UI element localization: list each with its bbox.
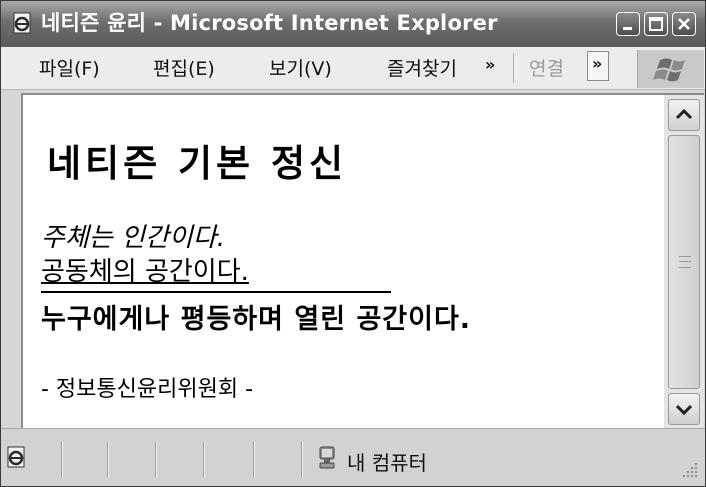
page-content: 네티즌 기본 정신 주체는 인간이다. 공동체의 공간이다. 누구에게나 평등하… [21, 93, 664, 428]
resize-grip-icon[interactable] [677, 457, 701, 481]
signature: - 정보통신윤리위원회 - [41, 377, 254, 402]
menu-overflow-chevron[interactable]: » [485, 55, 495, 74]
close-button[interactable] [672, 12, 696, 36]
status-pane-divider [155, 441, 156, 477]
links-overflow-chevron: » [592, 54, 603, 73]
principle-line-3: 누구에게나 평등하며 열린 공간이다. [41, 304, 472, 335]
thumb-grip [679, 256, 691, 268]
status-pane-divider [61, 441, 62, 477]
scroll-up-button[interactable] [668, 99, 700, 131]
minimize-button[interactable] [616, 12, 640, 36]
status-pane-divider [253, 441, 254, 477]
status-bar: 내 컴퓨터 [1, 428, 705, 486]
menu-edit[interactable]: 편집(E) [153, 57, 215, 81]
chevron-down-icon [675, 404, 693, 416]
close-icon [678, 18, 690, 30]
computer-icon [319, 446, 335, 469]
ie-page-icon [7, 446, 25, 468]
maximize-icon [649, 17, 663, 31]
menu-file[interactable]: 파일(F) [39, 57, 100, 81]
maximize-button[interactable] [644, 12, 668, 36]
menu-favorites[interactable]: 즐겨찾기 [387, 57, 473, 81]
links-label[interactable]: 연결 [529, 57, 564, 81]
windows-flag-icon [653, 58, 685, 82]
scroll-down-button[interactable] [668, 393, 700, 425]
title-bar[interactable]: 네티즌 윤리 - Microsoft Internet Explorer [1, 1, 705, 47]
browser-window: 네티즌 윤리 - Microsoft Internet Explorer 파일(… [0, 0, 706, 487]
status-pane-divider [203, 441, 204, 477]
status-pane-divider [107, 441, 108, 477]
status-pane-divider [301, 441, 302, 477]
vertical-scrollbar[interactable] [664, 93, 704, 428]
menu-view[interactable]: 보기(V) [269, 57, 332, 81]
principle-line-1: 주체는 인간이다. [41, 223, 225, 253]
chevron-up-icon [675, 108, 693, 120]
window-title: 네티즌 윤리 - Microsoft Internet Explorer [41, 11, 498, 35]
scroll-thumb[interactable] [668, 135, 700, 389]
horizontal-rule [41, 291, 391, 293]
security-zone-label: 내 컴퓨터 [347, 451, 427, 475]
menu-separator [513, 53, 514, 83]
minimize-icon [623, 27, 632, 30]
brand-throbber [637, 50, 704, 88]
ie-page-icon [13, 12, 31, 34]
menu-bar: 파일(F) 편집(E) 보기(V) 즐겨찾기 » 연결 » [1, 47, 705, 90]
page-heading: 네티즌 기본 정신 [47, 142, 348, 185]
principle-line-2-link[interactable]: 공동체의 공간이다. [41, 251, 249, 288]
links-overflow-button[interactable]: » [587, 51, 609, 81]
